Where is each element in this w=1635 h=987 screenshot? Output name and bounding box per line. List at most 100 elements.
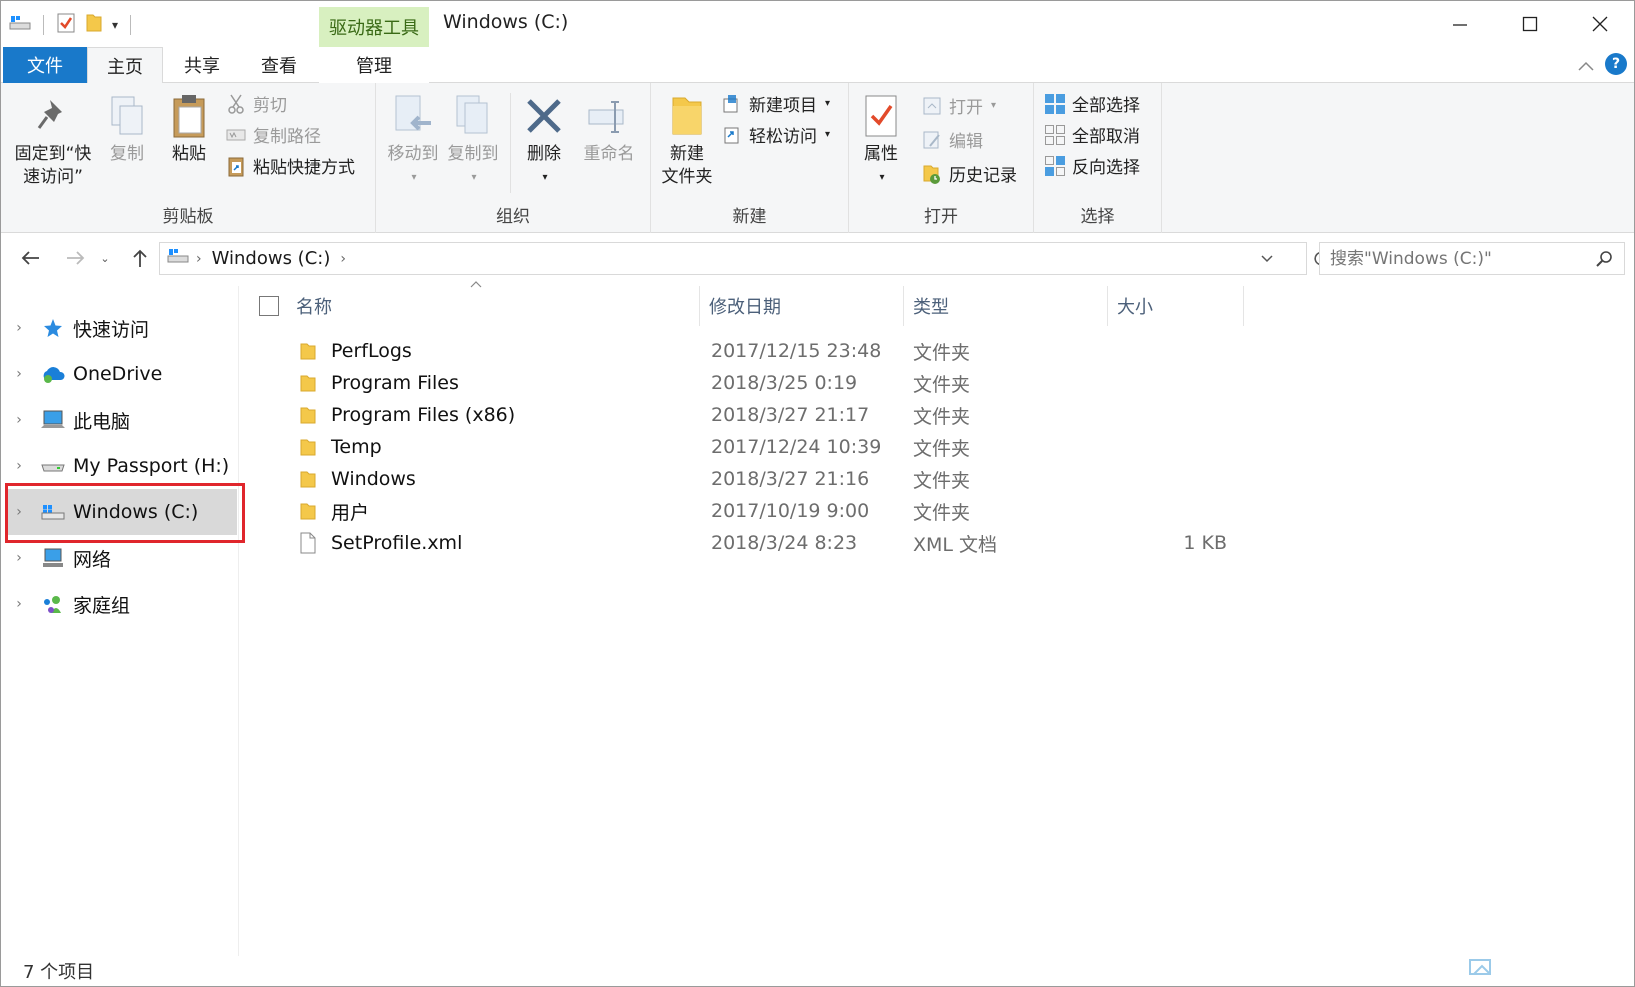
address-dropdown-icon[interactable] — [1260, 249, 1274, 270]
navigation-bar: ⌄ › Windows (C:) › — [1, 239, 1634, 279]
new-folder-quick-icon[interactable] — [84, 12, 104, 38]
up-button[interactable] — [125, 243, 155, 273]
nav-item-quick-access[interactable]: › 快速访问 — [7, 305, 237, 351]
copy-label: 复制 — [110, 144, 144, 164]
file-size — [1119, 463, 1227, 495]
select-group: 全部选择 全部取消 反向选择 选择 — [1034, 83, 1162, 233]
open-group: 属性 ▾ 打开 ▾ 编辑 历史记录 打开 — [849, 83, 1034, 233]
column-header-date[interactable]: 修改日期 — [709, 286, 899, 326]
pin-quick-access-button[interactable]: 固定到“快 速访问” — [9, 91, 97, 189]
file-date: 2017/12/15 23:48 — [711, 340, 882, 362]
properties-quick-icon[interactable] — [56, 12, 76, 38]
easy-access-icon — [721, 124, 743, 146]
recent-locations-button[interactable]: ⌄ — [95, 243, 115, 273]
table-row[interactable]: SetProfile.xml 2018/3/24 8:23 XML 文档 1 K… — [239, 527, 1239, 559]
homegroup-icon — [39, 592, 67, 616]
rename-button[interactable]: 重命名 — [576, 91, 642, 166]
nav-item-onedrive[interactable]: › OneDrive — [7, 351, 237, 397]
customize-dropdown-icon[interactable]: ▾ — [112, 18, 118, 32]
address-bar[interactable]: › Windows (C:) › — [159, 242, 1328, 275]
history-button[interactable]: 历史记录 — [921, 161, 1017, 186]
minimize-button[interactable] — [1425, 1, 1495, 47]
expand-chevron-icon[interactable]: › — [7, 366, 31, 382]
new-item-button[interactable]: 新建项目 ▾ — [721, 91, 830, 116]
column-header-type[interactable]: 类型 — [913, 286, 1103, 326]
tab-home[interactable]: 主页 — [87, 47, 163, 84]
select-all-button[interactable]: 全部选择 — [1044, 91, 1140, 116]
select-none-icon — [1044, 124, 1066, 146]
breadcrumb-separator-icon[interactable]: › — [196, 251, 202, 267]
tab-file[interactable]: 文件 — [3, 47, 87, 83]
expand-chevron-icon[interactable]: › — [7, 320, 31, 336]
delete-button[interactable]: 删除 ▾ — [518, 91, 570, 189]
select-none-label: 全部取消 — [1072, 127, 1140, 147]
copy-path-button[interactable]: 复制路径 — [225, 122, 321, 147]
file-name: Program Files (x86) — [331, 404, 516, 426]
back-button[interactable] — [15, 243, 45, 273]
table-row[interactable]: 用户 2017/10/19 9:00 文件夹 — [239, 495, 1239, 527]
invert-selection-button[interactable]: 反向选择 — [1044, 153, 1140, 178]
table-row[interactable]: Program Files 2018/3/25 0:19 文件夹 — [239, 367, 1239, 399]
expand-chevron-icon[interactable]: › — [7, 550, 31, 566]
select-all-checkbox[interactable] — [259, 296, 279, 316]
cut-label: 剪切 — [253, 96, 287, 116]
properties-button[interactable]: 属性 ▾ — [853, 91, 909, 189]
search-input[interactable] — [1320, 248, 1580, 269]
tab-view[interactable]: 查看 — [241, 47, 317, 83]
history-label: 历史记录 — [949, 166, 1017, 186]
file-type: 文件夹 — [913, 341, 971, 364]
table-row[interactable]: PerfLogs 2017/12/15 23:48 文件夹 — [239, 335, 1239, 367]
collapse-ribbon-icon[interactable] — [1577, 57, 1595, 76]
paste-shortcut-button[interactable]: 粘贴快捷方式 — [225, 153, 355, 178]
cut-button[interactable]: 剪切 — [225, 91, 287, 116]
new-folder-label-line2: 文件夹 — [661, 167, 713, 187]
nav-item-homegroup[interactable]: › 家庭组 — [7, 581, 237, 627]
nav-item-this-pc[interactable]: › 此电脑 — [7, 397, 237, 443]
column-divider[interactable] — [1107, 286, 1108, 326]
file-type: 文件夹 — [913, 405, 971, 428]
table-row[interactable]: Program Files (x86) 2018/3/27 21:17 文件夹 — [239, 399, 1239, 431]
select-none-button[interactable]: 全部取消 — [1044, 122, 1140, 147]
file-size — [1119, 495, 1227, 527]
file-date: 2018/3/24 8:23 — [711, 532, 858, 554]
column-header-size[interactable]: 大小 — [1117, 286, 1247, 326]
delete-icon — [522, 91, 566, 141]
copy-to-button[interactable]: 复制到 ▾ — [444, 91, 502, 189]
open-button[interactable]: 打开 ▾ — [921, 93, 996, 118]
edit-button[interactable]: 编辑 — [921, 127, 983, 152]
column-divider[interactable] — [903, 286, 904, 326]
expand-chevron-icon[interactable]: › — [7, 458, 31, 474]
copy-button[interactable]: 复制 — [101, 91, 153, 166]
quick-access-toolbar: ▾ — [9, 11, 135, 39]
table-row[interactable]: Windows 2018/3/27 21:16 文件夹 — [239, 463, 1239, 495]
column-divider[interactable] — [1243, 286, 1244, 326]
expand-chevron-icon[interactable]: › — [7, 412, 31, 428]
paste-icon — [167, 91, 211, 141]
forward-button[interactable] — [61, 243, 91, 273]
search-icon[interactable] — [1596, 250, 1614, 272]
maximize-button[interactable] — [1495, 1, 1565, 47]
paste-button[interactable]: 粘贴 — [163, 91, 215, 166]
file-name: Temp — [331, 436, 382, 458]
column-divider[interactable] — [699, 286, 700, 326]
column-header-type-label: 类型 — [913, 297, 949, 318]
toolbar-divider — [43, 15, 44, 35]
help-icon[interactable]: ? — [1605, 53, 1627, 75]
easy-access-button[interactable]: 轻松访问 ▾ — [721, 122, 830, 147]
drive-icon[interactable] — [9, 14, 31, 36]
close-button[interactable] — [1565, 1, 1635, 47]
tab-manage[interactable]: 管理 — [319, 47, 429, 83]
breadcrumb-separator-icon[interactable]: › — [340, 251, 346, 267]
table-row[interactable]: Temp 2017/12/24 10:39 文件夹 — [239, 431, 1239, 463]
nav-item-label: 快速访问 — [73, 318, 150, 341]
pin-icon — [31, 91, 75, 141]
folder-icon — [299, 469, 317, 489]
open-label: 打开 — [949, 98, 983, 118]
tab-share[interactable]: 共享 — [165, 47, 239, 83]
edit-icon — [921, 129, 943, 151]
expand-chevron-icon[interactable]: › — [7, 596, 31, 612]
breadcrumb-drive[interactable]: Windows (C:) — [212, 248, 331, 269]
move-to-button[interactable]: 移动到 ▾ — [384, 91, 442, 189]
search-box[interactable] — [1319, 242, 1625, 275]
new-folder-button[interactable]: 新建 文件夹 — [657, 91, 717, 189]
